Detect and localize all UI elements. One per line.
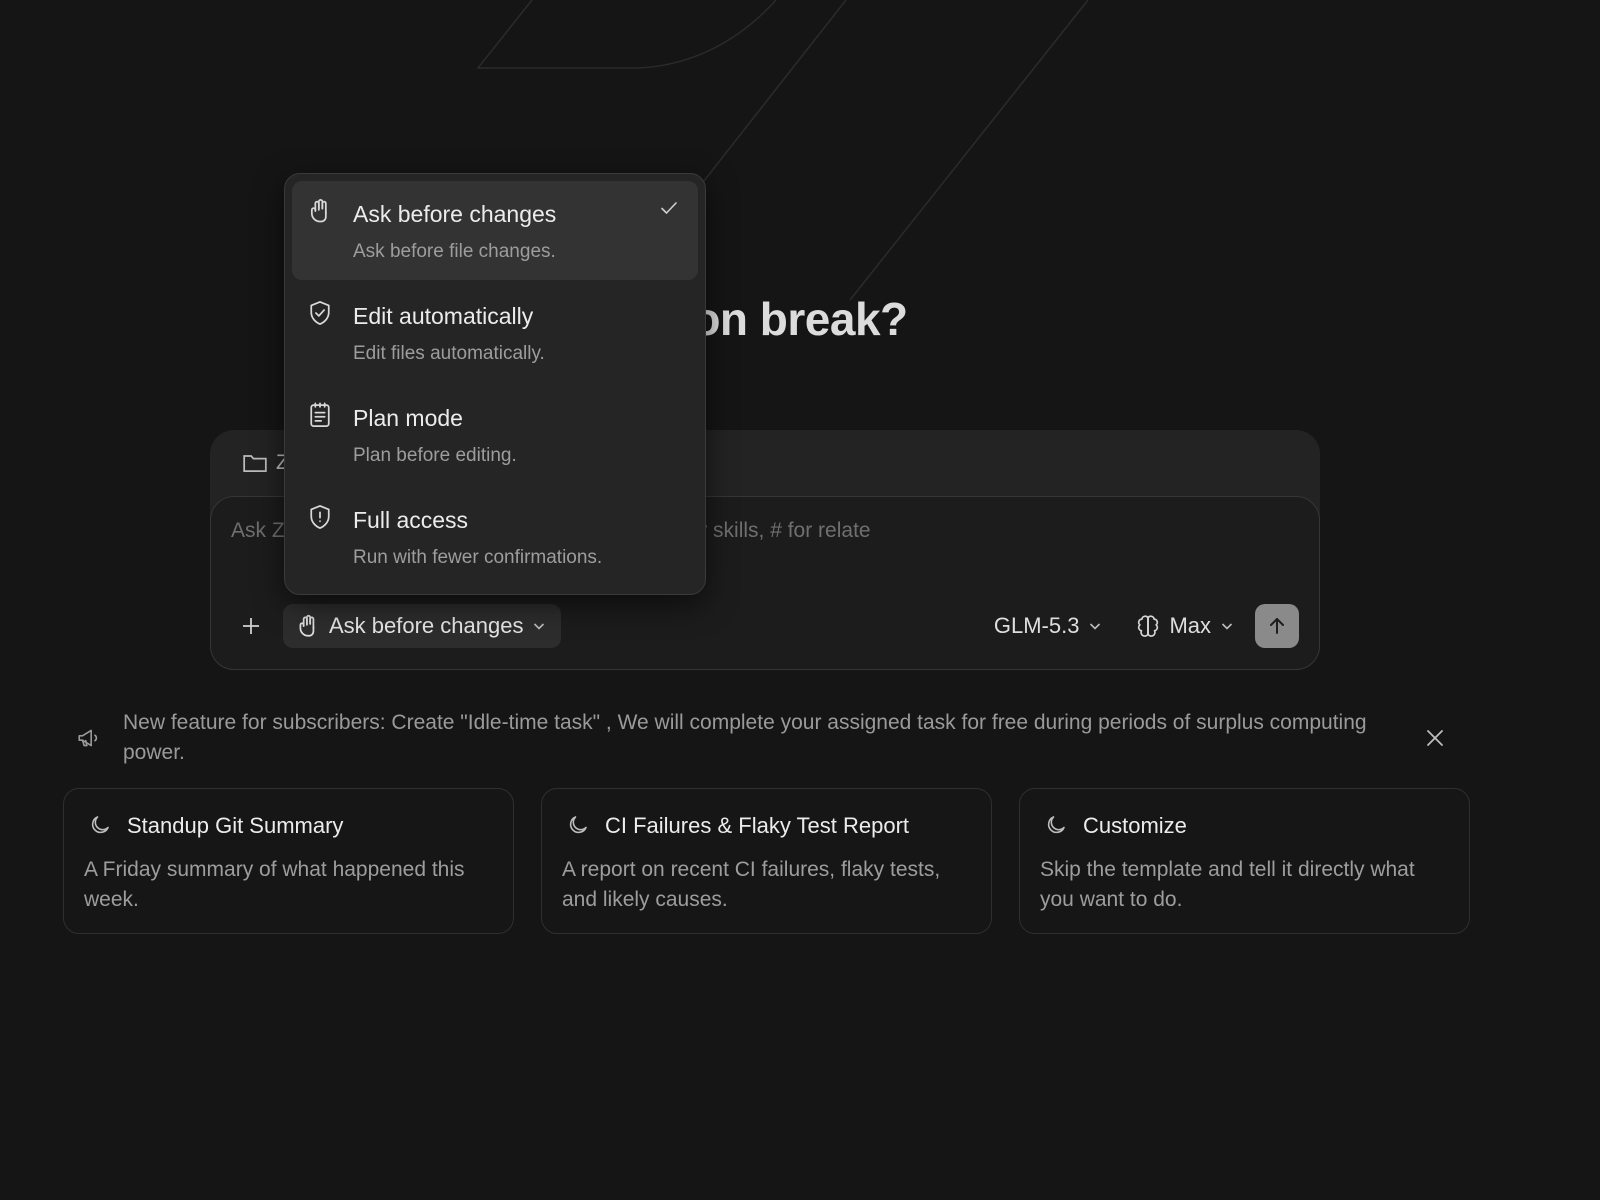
announcement-banner: New feature for subscribers: Create "Idl… <box>76 708 1466 772</box>
check-icon <box>658 197 680 219</box>
shield-alert-icon <box>306 503 334 531</box>
mode-option-desc: Ask before file changes. <box>353 241 556 262</box>
clipboard-list-icon <box>306 401 334 429</box>
effort-selector-label: Max <box>1169 613 1211 638</box>
chevron-down-icon <box>531 618 547 634</box>
card-title: Standup Git Summary <box>127 813 344 838</box>
page-headline: on break? <box>692 293 908 345</box>
arrow-up-icon <box>1270 618 1284 634</box>
mode-dropdown-menu: Ask before changes Ask before file chang… <box>284 173 706 595</box>
template-card-ci-failures[interactable]: CI Failures & Flaky Test Report A report… <box>541 788 992 934</box>
chevron-down-icon <box>1087 618 1103 634</box>
card-description: Skip the template and tell it directly w… <box>1040 858 1415 911</box>
close-announcement-button[interactable] <box>1424 727 1446 749</box>
mode-option-full-access[interactable]: Full access Run with fewer confirmations… <box>292 487 698 589</box>
template-card-standup-git-summary[interactable]: Standup Git Summary A Friday summary of … <box>63 788 514 934</box>
mode-option-plan-mode[interactable]: Plan mode Plan before editing. <box>292 385 698 487</box>
mode-option-desc: Edit files automatically. <box>353 343 545 364</box>
hand-icon <box>306 197 334 225</box>
folder-icon <box>242 452 268 474</box>
effort-selector-button[interactable]: Max <box>1125 604 1245 648</box>
mode-option-title: Ask before changes <box>353 201 557 227</box>
mode-option-title: Edit automatically <box>353 303 534 329</box>
plus-icon <box>243 618 259 634</box>
announcement-text: New feature for subscribers: Create "Idl… <box>123 711 1367 764</box>
megaphone-icon <box>76 725 102 751</box>
moon-icon <box>1044 813 1068 837</box>
shield-check-icon <box>306 299 334 327</box>
card-title: Customize <box>1083 813 1187 838</box>
moon-icon <box>566 813 590 837</box>
add-attachment-button[interactable] <box>229 604 273 648</box>
mode-option-title: Full access <box>353 507 469 533</box>
template-card-customize[interactable]: Customize Skip the template and tell it … <box>1019 788 1470 934</box>
mode-option-ask-before-changes[interactable]: Ask before changes Ask before file chang… <box>292 181 698 280</box>
mode-option-desc: Run with fewer confirmations. <box>353 547 603 568</box>
mode-option-edit-automatically[interactable]: Edit automatically Edit files automatica… <box>292 283 698 385</box>
model-selector-button[interactable]: GLM-5.3 <box>984 604 1114 648</box>
model-selector-label: GLM-5.3 <box>993 613 1080 638</box>
send-button[interactable] <box>1255 604 1299 648</box>
folder-selector[interactable]: Z <box>242 448 289 478</box>
card-description: A Friday summary of what happened this w… <box>84 858 465 911</box>
mode-option-title: Plan mode <box>353 405 463 431</box>
mode-option-desc: Plan before editing. <box>353 445 517 466</box>
moon-icon <box>88 813 112 837</box>
composer-toolbar: Ask before changes GLM-5.3 Max <box>229 603 1299 649</box>
card-title: CI Failures & Flaky Test Report <box>605 813 910 838</box>
close-icon <box>1427 730 1443 746</box>
template-cards: Standup Git Summary A Friday summary of … <box>63 788 1470 934</box>
chevron-down-icon <box>1219 618 1235 634</box>
card-description: A report on recent CI failures, flaky te… <box>562 858 941 911</box>
hand-icon <box>295 613 321 639</box>
mode-selector-label: Ask before changes <box>329 613 524 638</box>
brain-icon <box>1135 613 1161 639</box>
mode-selector-button[interactable]: Ask before changes <box>283 604 562 648</box>
